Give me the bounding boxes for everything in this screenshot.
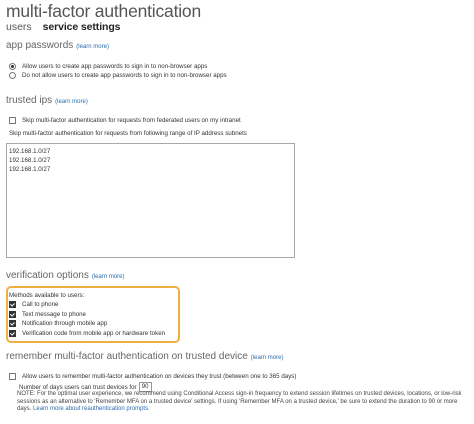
- remember-mfa-heading: remember multi-factor authentication on …: [6, 351, 283, 362]
- allow-remember-mfa-option[interactable]: Allow users to remember multi-factor aut…: [9, 373, 296, 380]
- tab-users[interactable]: users: [6, 21, 32, 33]
- reauthentication-prompts-link[interactable]: Learn more about reauthentication prompt…: [33, 406, 150, 412]
- call-to-phone-checkbox[interactable]: [9, 301, 16, 308]
- remember-mfa-note: NOTE: For the optimal user experience, w…: [17, 391, 472, 414]
- skip-range-label: Skip multi-factor authentication for req…: [9, 130, 247, 137]
- mobile-app-notification-checkbox[interactable]: [9, 320, 16, 327]
- tab-bar: users service settings: [6, 21, 128, 33]
- ip-subnets-textarea[interactable]: 192.168.1.0/27 192.168.1.0/27 192.168.1.…: [6, 143, 295, 258]
- disallow-app-passwords-radio[interactable]: [9, 72, 16, 79]
- days-trust-label: Number of days users can trust devices f…: [19, 383, 137, 391]
- ip-subnet-entry: 192.168.1.0/27: [9, 166, 51, 173]
- allow-remember-mfa-label: Allow users to remember multi-factor aut…: [22, 373, 297, 380]
- verification-code-label: Verification code from mobile app or har…: [22, 330, 166, 337]
- method-mobile-app-notification[interactable]: Notification through mobile app: [9, 320, 107, 327]
- mobile-app-notification-label: Notification through mobile app: [22, 320, 108, 327]
- disallow-app-passwords-label: Do not allow users to create app passwor…: [22, 72, 227, 79]
- disallow-app-passwords-option[interactable]: Do not allow users to create app passwor…: [9, 72, 227, 79]
- tab-service-settings[interactable]: service settings: [43, 21, 121, 33]
- page-title: multi-factor authentication: [6, 1, 201, 21]
- text-message-checkbox[interactable]: [9, 311, 16, 318]
- skip-federated-checkbox[interactable]: [9, 117, 16, 124]
- skip-federated-option[interactable]: Skip multi-factor authentication for req…: [9, 117, 241, 124]
- allow-app-passwords-radio[interactable]: [9, 63, 16, 70]
- skip-federated-label: Skip multi-factor authentication for req…: [22, 117, 241, 124]
- trusted-ips-learn-more-link[interactable]: (learn more): [55, 99, 88, 105]
- method-call-to-phone[interactable]: Call to phone: [9, 301, 58, 308]
- app-passwords-heading: app passwords (learn more): [6, 40, 109, 51]
- methods-available-label: Methods available to users:: [9, 292, 85, 299]
- ip-subnet-entry: 192.168.1.0/27: [9, 157, 51, 164]
- verification-options-heading: verification options (learn more): [6, 270, 125, 281]
- app-passwords-title: app passwords: [6, 40, 74, 51]
- remember-mfa-learn-more-link[interactable]: (learn more): [251, 355, 284, 361]
- remember-mfa-title: remember multi-factor authentication on …: [6, 351, 248, 362]
- text-message-label: Text message to phone: [22, 311, 86, 318]
- allow-remember-mfa-checkbox[interactable]: [9, 373, 16, 380]
- method-text-message[interactable]: Text message to phone: [9, 311, 86, 318]
- trusted-ips-heading: trusted ips (learn more): [6, 95, 88, 106]
- verification-options-title: verification options: [6, 270, 89, 281]
- verification-options-learn-more-link[interactable]: (learn more): [92, 274, 125, 280]
- method-verification-code[interactable]: Verification code from mobile app or har…: [9, 330, 165, 337]
- app-passwords-learn-more-link[interactable]: (learn more): [76, 44, 109, 50]
- ip-subnet-entry: 192.168.1.0/27: [9, 148, 51, 155]
- allow-app-passwords-option[interactable]: Allow users to create app passwords to s…: [9, 63, 207, 70]
- call-to-phone-label: Call to phone: [22, 301, 59, 308]
- allow-app-passwords-label: Allow users to create app passwords to s…: [22, 63, 208, 70]
- verification-code-checkbox[interactable]: [9, 330, 16, 337]
- trusted-ips-title: trusted ips: [6, 95, 53, 106]
